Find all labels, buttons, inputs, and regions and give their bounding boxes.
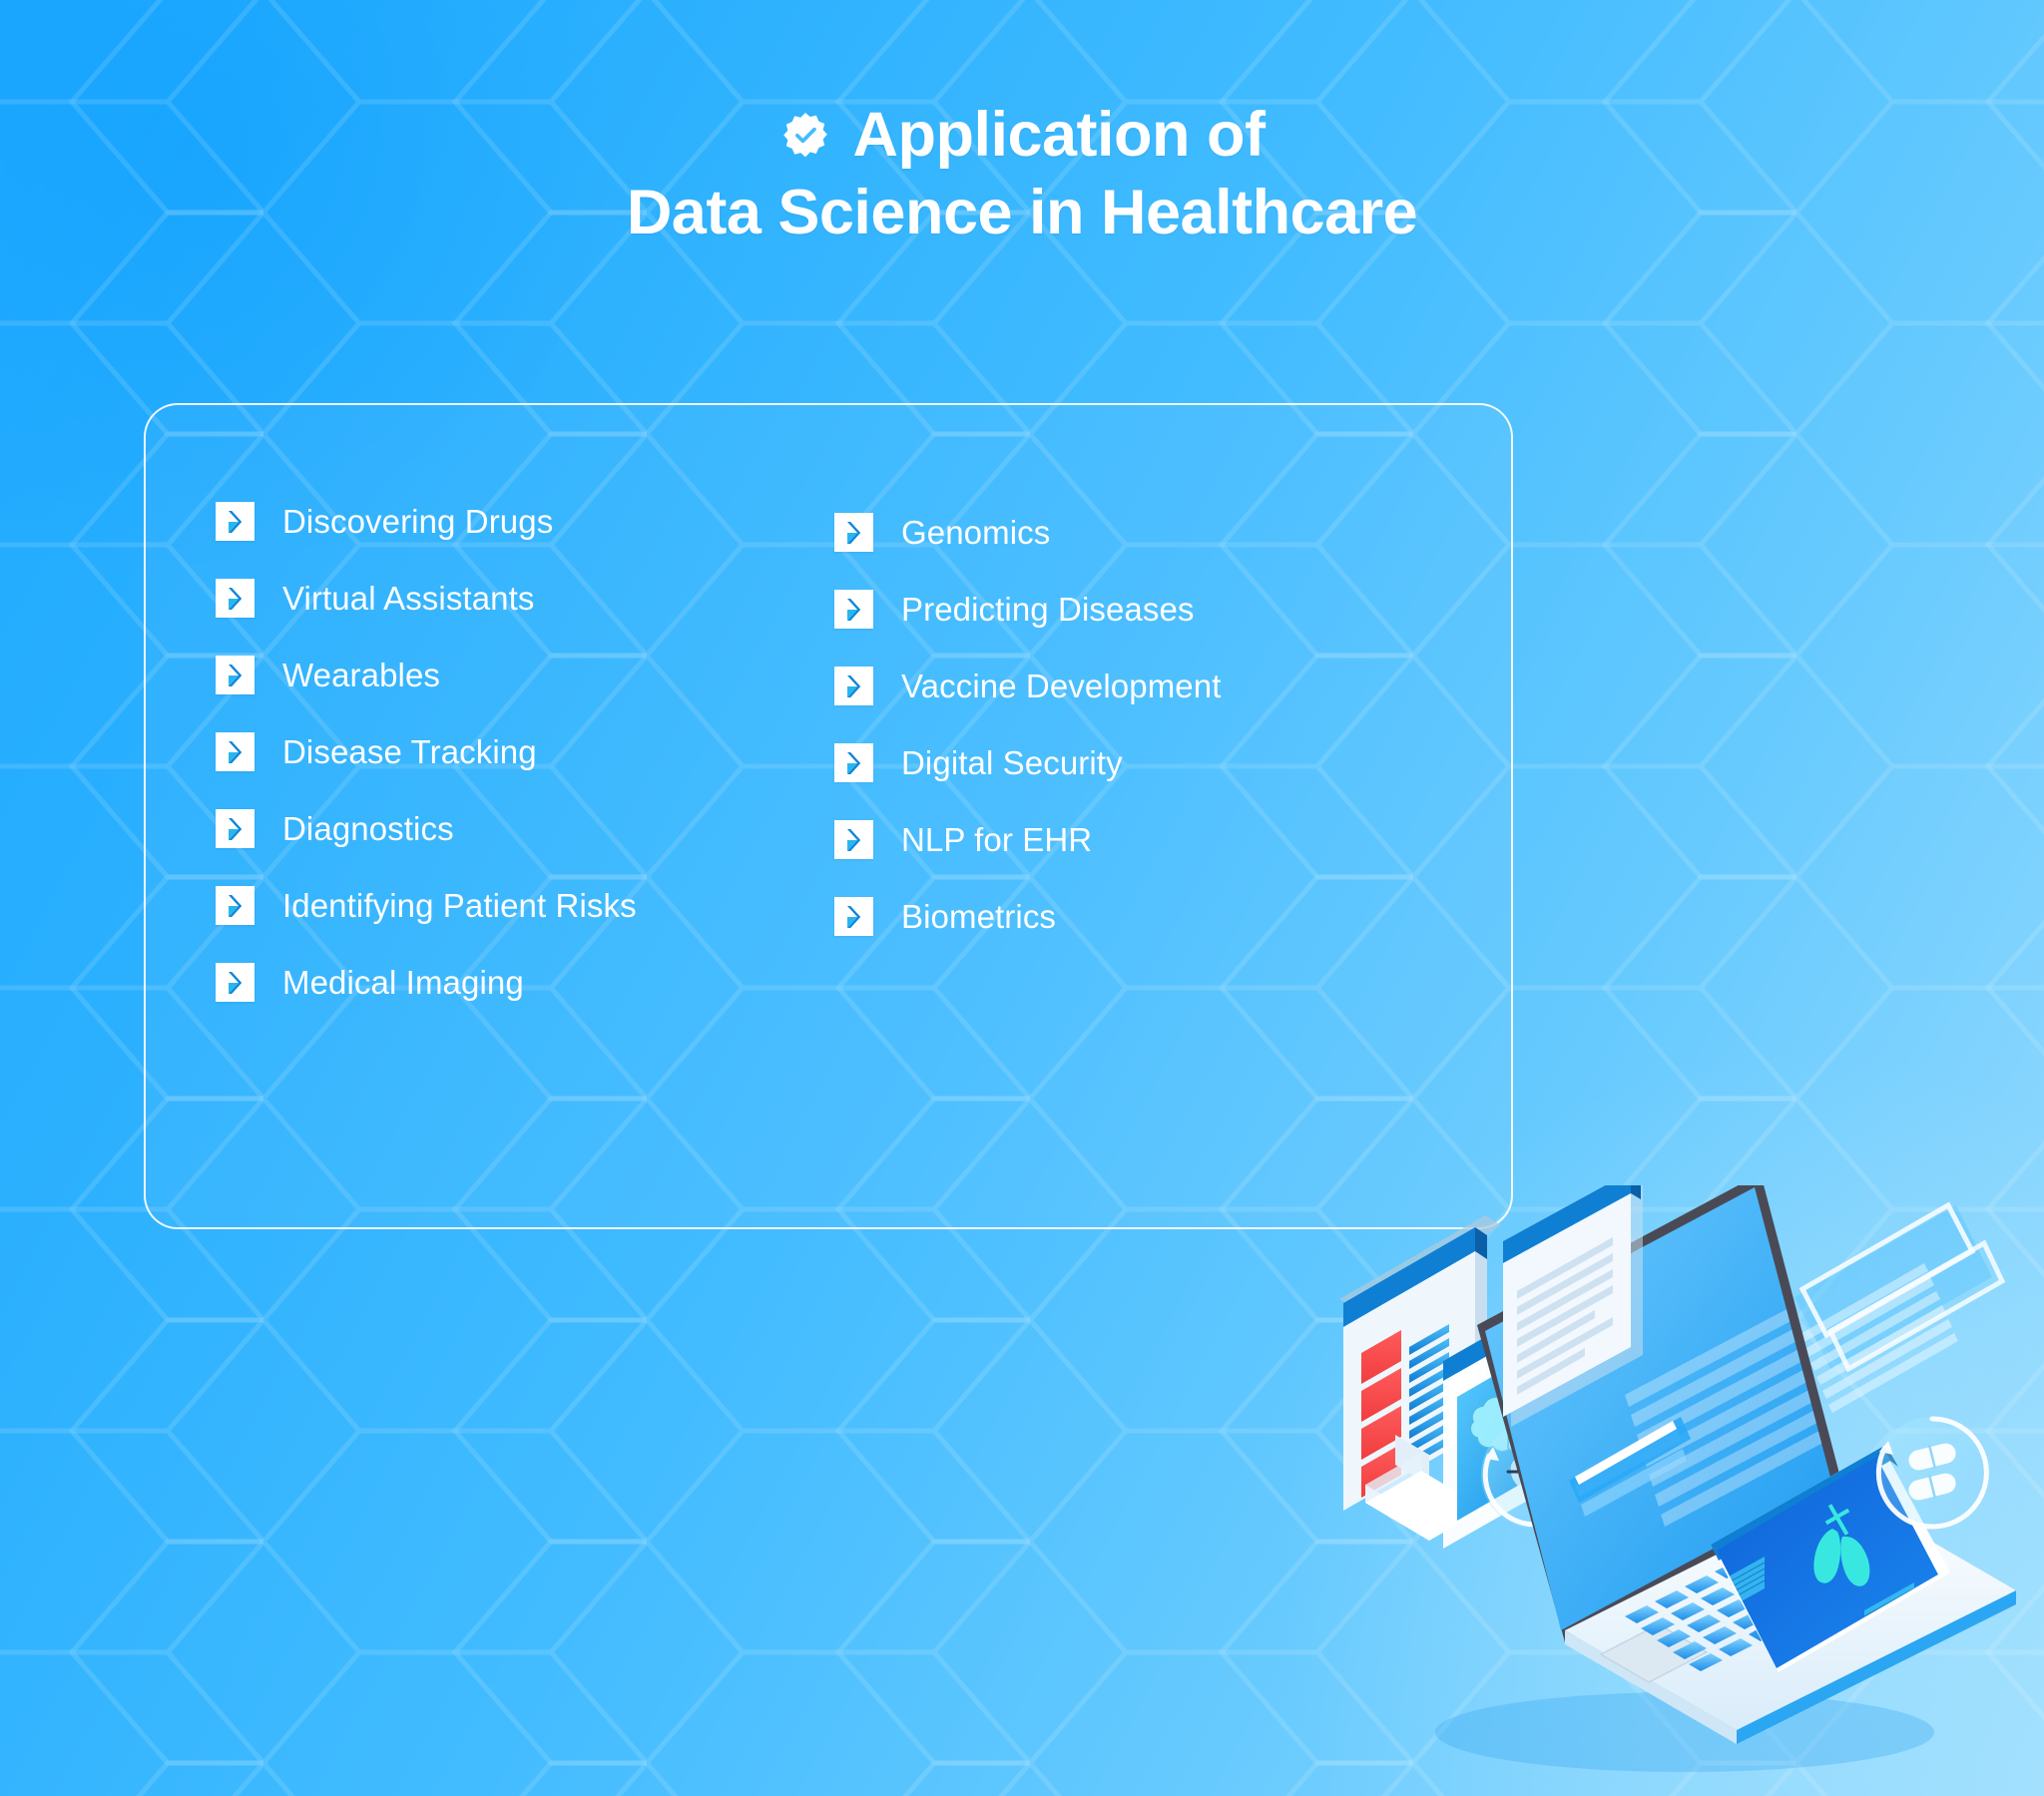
list-item[interactable]: Disease Tracking <box>216 713 834 790</box>
applications-column-left: Discovering Drugs Virtual Assistants Wea… <box>216 483 834 1021</box>
list-item[interactable]: Medical Imaging <box>216 944 834 1021</box>
chevron-right-icon <box>216 809 255 848</box>
list-item-label: Predicting Diseases <box>901 591 1195 628</box>
chevron-right-icon <box>216 656 255 694</box>
list-item[interactable]: Predicting Diseases <box>834 571 1453 648</box>
list-item[interactable]: Virtual Assistants <box>216 560 834 637</box>
list-item-label: Biometrics <box>901 898 1057 935</box>
applications-column-right: Genomics Predicting Diseases Vaccine Dev… <box>834 483 1453 1021</box>
healthcare-devices-illustration <box>1325 1185 2044 1796</box>
chevron-right-icon <box>834 667 873 705</box>
list-item[interactable]: Genomics <box>834 494 1453 571</box>
list-item-label: Virtual Assistants <box>282 580 535 617</box>
chevron-right-icon <box>216 963 255 1002</box>
list-item-label: Wearables <box>282 657 441 693</box>
list-item[interactable]: Vaccine Development <box>834 648 1453 724</box>
chevron-right-icon <box>834 513 873 552</box>
badge-check-icon <box>782 113 827 158</box>
list-item[interactable]: Identifying Patient Risks <box>216 867 834 944</box>
list-item-label: Diagnostics <box>282 810 454 847</box>
list-item[interactable]: Digital Security <box>834 724 1453 801</box>
chevron-right-icon <box>834 897 873 936</box>
applications-card: Discovering Drugs Virtual Assistants Wea… <box>144 403 1513 1229</box>
list-item-label: Disease Tracking <box>282 733 537 770</box>
list-item[interactable]: Wearables <box>216 637 834 713</box>
title-line-two: Data Science in Healthcare <box>626 178 1418 247</box>
chevron-right-icon <box>216 579 255 618</box>
list-item-label: Discovering Drugs <box>282 503 554 540</box>
applications-columns: Discovering Drugs Virtual Assistants Wea… <box>216 483 1453 1021</box>
list-item-label: Genomics <box>901 514 1051 551</box>
list-item-label: Digital Security <box>901 744 1123 781</box>
title-text-one: Application of <box>852 100 1266 170</box>
page-title: Application of Data Science in Healthcar… <box>0 96 2044 251</box>
list-item[interactable]: Biometrics <box>834 878 1453 955</box>
chevron-right-icon <box>834 743 873 782</box>
list-item-label: Identifying Patient Risks <box>282 887 637 924</box>
pills-badge <box>1875 1416 1989 1530</box>
poster-canvas: Application of Data Science in Healthcar… <box>0 0 2044 1796</box>
list-item-label: Medical Imaging <box>282 964 524 1001</box>
title-line-one: Application of <box>0 96 2044 174</box>
chevron-right-icon <box>834 820 873 859</box>
list-item-label: NLP for EHR <box>901 821 1093 858</box>
list-item[interactable]: Diagnostics <box>216 790 834 867</box>
chevron-right-icon <box>216 732 255 771</box>
chevron-right-icon <box>834 590 873 629</box>
chevron-right-icon <box>216 886 255 925</box>
list-item[interactable]: NLP for EHR <box>834 801 1453 878</box>
chevron-right-icon <box>216 502 255 541</box>
floating-data-panel <box>1794 1201 2006 1413</box>
list-item[interactable]: Discovering Drugs <box>216 483 834 560</box>
list-item-label: Vaccine Development <box>901 668 1222 704</box>
